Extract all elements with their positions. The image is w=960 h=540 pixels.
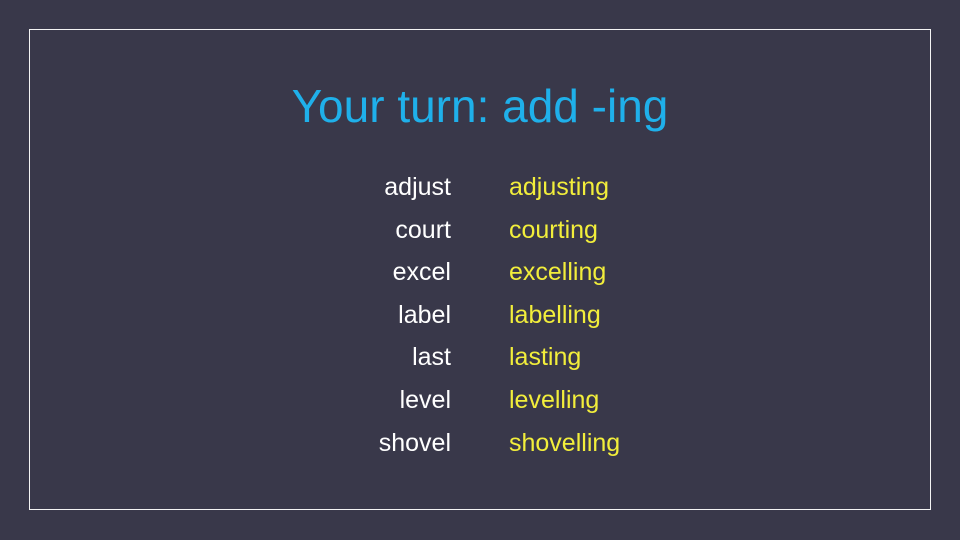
base-word: court <box>395 215 451 244</box>
slide-title: Your turn: add -ing <box>291 80 669 132</box>
ing-word: labelling <box>509 300 601 329</box>
base-word: shovel <box>378 428 451 457</box>
word-row: shovel shovelling <box>0 422 960 465</box>
word-row: label labelling <box>0 294 960 337</box>
word-row: court courting <box>0 209 960 252</box>
word-list: adjust adjusting court courting excel ex… <box>0 166 960 464</box>
word-row: excel excelling <box>0 251 960 294</box>
word-row: adjust adjusting <box>0 166 960 209</box>
word-row: last lasting <box>0 336 960 379</box>
base-word: last <box>412 343 451 372</box>
ing-word: excelling <box>509 258 607 287</box>
ing-word: shovelling <box>509 428 621 457</box>
base-word: label <box>398 300 451 329</box>
base-word: excel <box>392 258 451 287</box>
base-word: adjust <box>384 173 451 201</box>
ing-word: lasting <box>509 343 582 372</box>
ing-word: courting <box>509 215 598 244</box>
ing-word: levelling <box>509 385 600 414</box>
base-word: level <box>399 385 451 414</box>
ing-word: adjusting <box>509 173 610 201</box>
word-row: level levelling <box>0 379 960 422</box>
